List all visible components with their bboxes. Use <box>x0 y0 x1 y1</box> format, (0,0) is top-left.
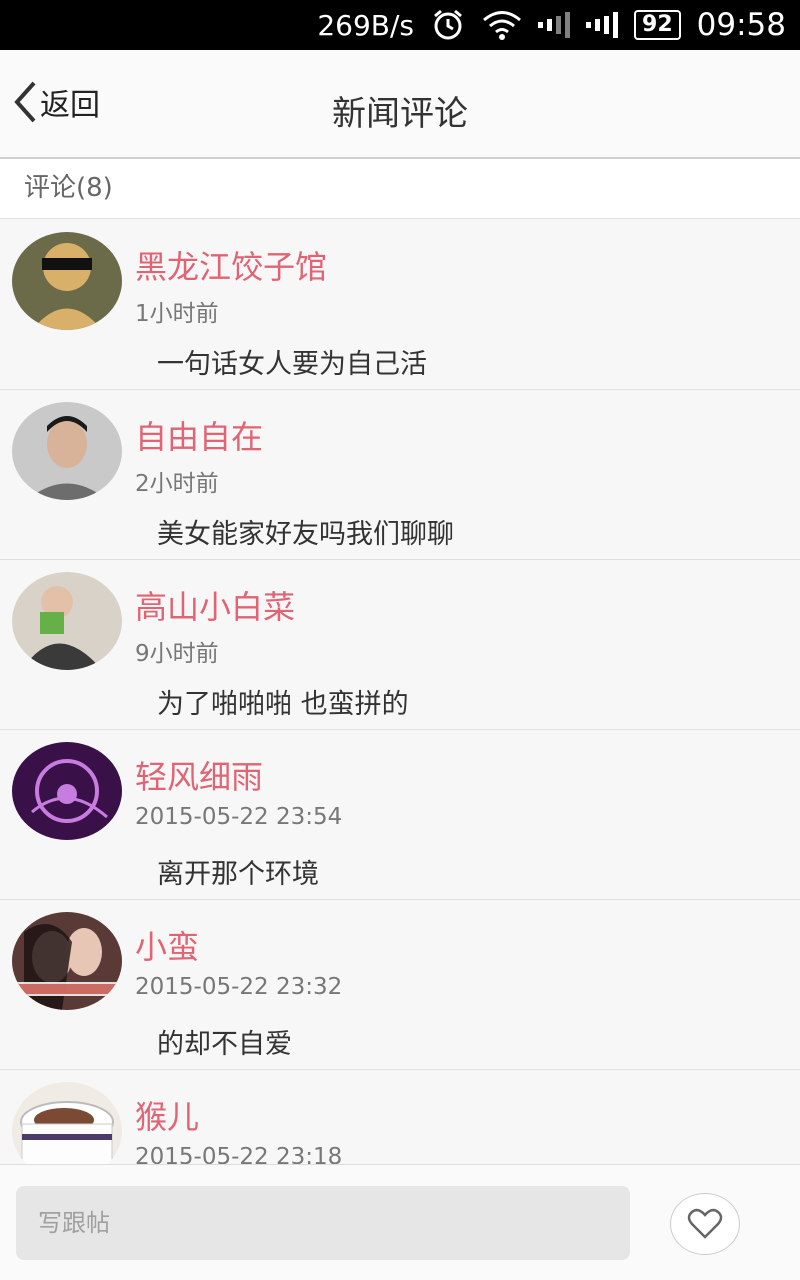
top-bar: 返回 新闻评论 <box>0 50 800 159</box>
like-button[interactable] <box>670 1193 740 1255</box>
signal-icon <box>586 12 619 38</box>
comments-count-bar: 评论(8) <box>0 159 800 219</box>
comment-time: 2015-05-22 23:54 <box>135 804 343 830</box>
comment-time: 2015-05-22 23:18 <box>135 1144 343 1164</box>
comment-author[interactable]: 猴儿 <box>135 1092 199 1138</box>
comment-item[interactable]: 小蛮 2015-05-22 23:32 的却不自爱 <box>0 900 800 1070</box>
comment-item[interactable]: 黑龙江饺子馆 1小时前 一句话女人要为自己活 <box>0 220 800 390</box>
reply-input[interactable] <box>16 1186 630 1260</box>
avatar[interactable] <box>12 572 122 670</box>
clock: 09:58 <box>696 7 786 43</box>
comment-author[interactable]: 高山小白菜 <box>135 582 295 628</box>
comment-item[interactable]: 自由自在 2小时前 美女能家好友吗我们聊聊 <box>0 390 800 560</box>
avatar[interactable] <box>12 912 122 1010</box>
comment-item[interactable]: 高山小白菜 9小时前 为了啪啪啪 也蛮拼的 <box>0 560 800 730</box>
alarm-icon <box>430 7 466 43</box>
comment-item[interactable]: 轻风细雨 2015-05-22 23:54 离开那个环境 <box>0 730 800 900</box>
comment-text: 的却不自爱 <box>157 1029 292 1060</box>
avatar[interactable] <box>12 232 122 330</box>
comments-count: 评论(8) <box>24 173 113 203</box>
reply-bar <box>0 1164 800 1280</box>
avatar[interactable] <box>12 742 122 840</box>
comment-author[interactable]: 自由自在 <box>135 412 263 458</box>
comment-author[interactable]: 黑龙江饺子馆 <box>135 242 327 288</box>
heart-icon <box>687 1208 723 1239</box>
avatar[interactable] <box>12 1082 122 1164</box>
comment-item[interactable]: 猴儿 2015-05-22 23:18 <box>0 1070 800 1164</box>
comment-author[interactable]: 小蛮 <box>135 922 199 968</box>
comment-text: 一句话女人要为自己活 <box>157 349 427 380</box>
battery-indicator: 92 <box>634 10 681 40</box>
status-bar: 269B/s 92 09:58 <box>0 0 800 50</box>
network-speed: 269B/s <box>317 8 415 42</box>
comment-text: 离开那个环境 <box>157 859 319 890</box>
comment-author[interactable]: 轻风细雨 <box>135 752 263 798</box>
comment-time: 1小时前 <box>135 301 219 327</box>
comment-text: 美女能家好友吗我们聊聊 <box>157 519 454 550</box>
comment-text: 为了啪啪啪 也蛮拼的 <box>157 689 409 720</box>
comment-time: 2小时前 <box>135 471 219 497</box>
wifi-icon <box>482 9 522 41</box>
comment-time: 2015-05-22 23:32 <box>135 974 343 1000</box>
page-title: 新闻评论 <box>332 94 468 134</box>
signal-icon <box>538 12 571 38</box>
comment-list[interactable]: 黑龙江饺子馆 1小时前 一句话女人要为自己活 自由自在 2小时前 美女能家好友吗… <box>0 220 800 1164</box>
avatar[interactable] <box>12 402 122 500</box>
comment-time: 9小时前 <box>135 641 219 667</box>
